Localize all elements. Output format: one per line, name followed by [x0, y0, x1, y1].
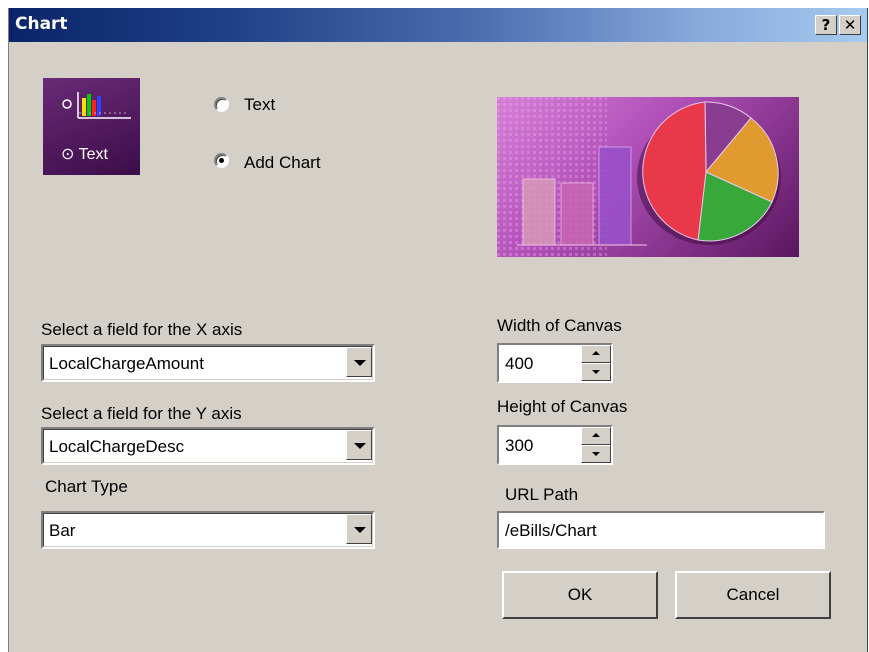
chart-type-select-inset [43, 513, 373, 547]
canvas-width-spin-buttons [581, 345, 611, 381]
url-path-label: URL Path [505, 485, 579, 504]
canvas-width-label: Width of Canvas [497, 316, 622, 335]
title-bar[interactable]: Chart ? ✕ [9, 8, 867, 42]
chart-mode-icon: ⊙ Text [43, 78, 140, 175]
canvas-width-down-button[interactable] [581, 363, 611, 381]
canvas-height-up-button[interactable] [581, 427, 611, 445]
chart-type-value: Bar [49, 521, 76, 540]
canvas-height-spin-buttons [581, 427, 611, 463]
icon-tile-label: ⊙ Text [61, 146, 108, 163]
x-axis-label: Select a field for the X axis [41, 320, 243, 339]
text-radio-label[interactable]: Text [244, 95, 275, 115]
cancel-button[interactable]: Cancel [675, 571, 831, 619]
canvas-height-value[interactable]: 300 [505, 436, 533, 456]
add-chart-radio-label[interactable]: Add Chart [244, 153, 321, 173]
help-button[interactable]: ? [815, 15, 837, 35]
add-chart-radio[interactable] [214, 153, 229, 168]
canvas-width-value[interactable]: 400 [505, 354, 533, 374]
ok-button[interactable]: OK [502, 571, 658, 619]
chart-type-label: Chart Type [45, 477, 128, 496]
x-axis-dropdown-button[interactable] [346, 347, 372, 377]
bar-chart-icon [62, 92, 131, 119]
chart-preview-image [497, 97, 799, 257]
y-axis-dropdown-button[interactable] [346, 430, 372, 460]
radio-selected-dot [219, 158, 224, 163]
canvas-height-down-button[interactable] [581, 445, 611, 463]
y-axis-label: Select a field for the Y axis [41, 404, 242, 423]
chart-type-select[interactable]: Bar [41, 511, 375, 549]
x-axis-select[interactable]: LocalChargeAmount [41, 344, 375, 382]
y-axis-value: LocalChargeDesc [49, 437, 185, 456]
canvas-height-label: Height of Canvas [497, 397, 628, 416]
canvas-height-spinner[interactable]: 300 [497, 425, 613, 465]
chart-type-dropdown-button[interactable] [346, 514, 372, 544]
canvas-width-spinner[interactable]: 400 [497, 343, 613, 383]
close-button[interactable]: ✕ [839, 15, 861, 35]
x-axis-value: LocalChargeAmount [49, 354, 204, 373]
text-radio[interactable] [214, 97, 229, 112]
canvas-width-up-button[interactable] [581, 345, 611, 363]
y-axis-select[interactable]: LocalChargeDesc [41, 427, 375, 465]
url-path-input[interactable]: /eBills/Chart [497, 511, 825, 549]
dialog-title: Chart [15, 14, 68, 34]
chart-dialog: Chart ? ✕ ⊙ Text Text Add Chart Select a… [8, 8, 868, 652]
chart-preview-illustration [497, 97, 781, 257]
url-path-value: /eBills/Chart [505, 521, 597, 540]
